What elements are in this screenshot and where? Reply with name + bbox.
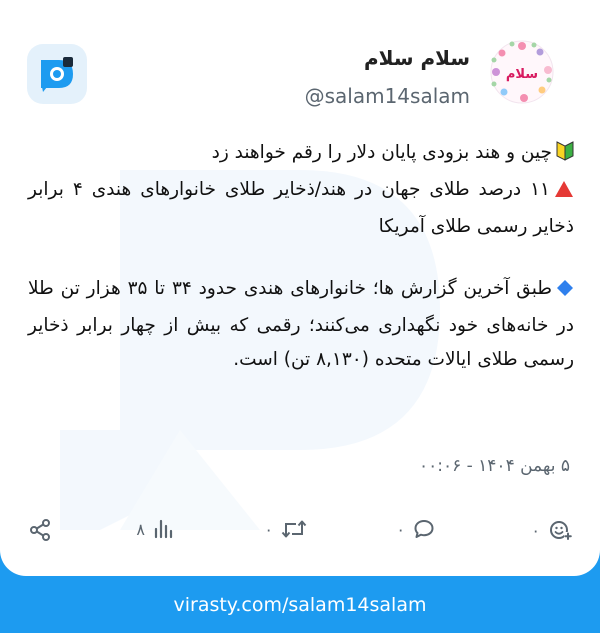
- comment-count: ۰: [396, 519, 405, 539]
- views-indicator[interactable]: ۸: [136, 518, 175, 540]
- post-header: سلام سلام @salam14salam سلام: [0, 0, 600, 130]
- add-reaction-icon: [550, 521, 572, 540]
- post-timestamp: ۵ بهمن ۱۴۰۴ - ۰۰:۰۶: [418, 456, 570, 476]
- repost-button[interactable]: ۰: [264, 518, 307, 540]
- beginner-symbol-icon: [556, 139, 574, 173]
- views-chart-icon: [154, 519, 173, 539]
- reaction-button[interactable]: ۰: [531, 518, 572, 542]
- red-triangle-icon: [554, 176, 574, 210]
- paragraph-2-text: طبق آخرین گزارش ها؛ خانوارهای هندی حدود …: [28, 278, 574, 370]
- post-paragraph-2: طبق آخرین گزارش ها؛ خانوارهای هندی حدود …: [28, 272, 574, 377]
- avatar-label: سلام: [506, 67, 538, 82]
- paragraph-1-line-1: چین و هند بزودی پایان دلار را رقم خواهند…: [211, 142, 552, 163]
- repost-count: ۰: [264, 519, 273, 539]
- action-bar: ۰ ۰ ۰ ۸: [0, 510, 600, 550]
- post-body: چین و هند بزودی پایان دلار را رقم خواهند…: [28, 136, 574, 377]
- share-button[interactable]: [28, 518, 52, 542]
- reaction-count: ۰: [531, 520, 540, 540]
- paragraph-1-line-2: ۱۱ درصد طلای جهان در هند/ذخایر طلای خانو…: [28, 179, 574, 237]
- blue-diamond-icon: [556, 275, 574, 309]
- virasty-logo-icon[interactable]: [27, 44, 87, 104]
- views-count: ۸: [136, 519, 145, 539]
- post-paragraph-1: چین و هند بزودی پایان دلار را رقم خواهند…: [28, 136, 574, 244]
- repost-icon: [281, 520, 307, 538]
- display-name[interactable]: سلام سلام: [364, 46, 470, 70]
- comment-button[interactable]: ۰: [396, 518, 435, 540]
- avatar[interactable]: سلام: [490, 40, 554, 104]
- post-card: سلام سلام @salam14salam سلام چین و هند ب…: [0, 0, 600, 576]
- share-icon: [30, 519, 50, 541]
- comment-icon: [414, 520, 434, 538]
- profile-url[interactable]: virasty.com/salam14salam: [0, 576, 600, 633]
- username[interactable]: @salam14salam: [305, 84, 470, 108]
